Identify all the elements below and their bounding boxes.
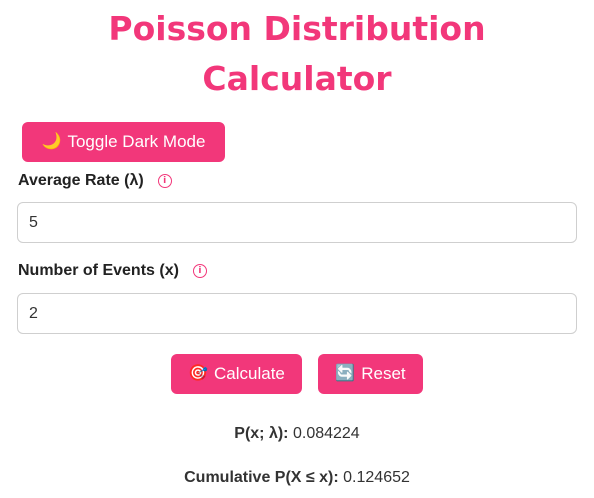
page-title-line-2: Calculator [202, 59, 392, 98]
page-title-line-1: Poisson Distribution [108, 9, 486, 48]
pmf-result: P(x; λ): 0.084224 [0, 425, 594, 443]
number-of-events-label-text: Number of Events (x) [18, 262, 179, 279]
number-of-events-input[interactable] [17, 293, 577, 334]
cdf-result-label: Cumulative P(X ≤ x): [184, 469, 339, 486]
cdf-result: Cumulative P(X ≤ x): 0.124652 [0, 469, 594, 487]
moon-icon: 🌙 [41, 133, 62, 150]
average-rate-label-text: Average Rate (λ) [18, 172, 144, 189]
calculate-label: Calculate [214, 364, 285, 383]
average-rate-input[interactable] [17, 202, 577, 243]
average-rate-label: Average Rate (λ) i [18, 172, 172, 190]
calculate-button[interactable]: 🎯 Calculate [171, 354, 302, 394]
cdf-result-value: 0.124652 [343, 469, 410, 486]
pmf-result-value: 0.084224 [292, 425, 360, 442]
number-of-events-label: Number of Events (x) i [18, 262, 207, 280]
refresh-icon: 🔄 [335, 365, 356, 382]
toggle-dark-mode-button[interactable]: 🌙 Toggle Dark Mode [22, 122, 225, 162]
info-icon[interactable]: i [192, 264, 207, 278]
toggle-dark-mode-label: Toggle Dark Mode [67, 132, 206, 151]
info-icon[interactable]: i [157, 174, 172, 188]
reset-label: Reset [361, 364, 406, 383]
reset-button[interactable]: 🔄 Reset [318, 354, 423, 394]
pmf-result-label: P(x; λ): [234, 425, 289, 442]
page-title: Poisson Distribution Calculator [0, 4, 594, 104]
target-icon: 🎯 [188, 365, 209, 382]
